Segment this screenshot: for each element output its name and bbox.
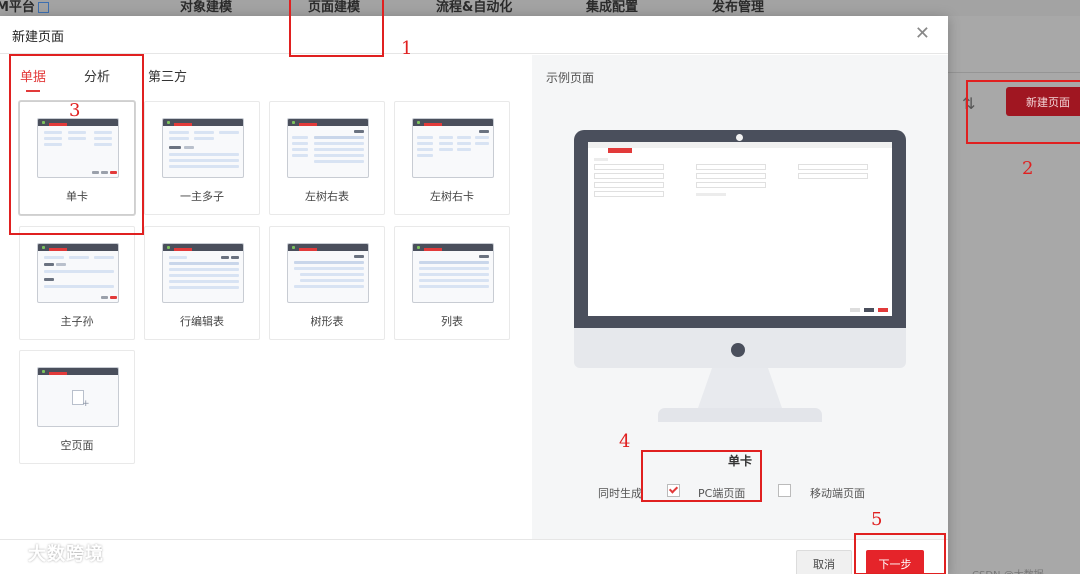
pc-page-label[interactable]: PC端页面	[698, 485, 745, 501]
pc-page-checkbox[interactable]	[667, 484, 680, 497]
template-card-tree-table[interactable]: 树形表	[269, 226, 385, 340]
logo-box-icon	[37, 2, 49, 13]
template-card-blank-page[interactable]: + 空页面	[19, 350, 135, 464]
preview-title: 示例页面	[546, 71, 595, 85]
background-logo: M平台	[0, 0, 49, 15]
template-card-left-tree-right-table[interactable]: 左树右表	[269, 101, 385, 215]
mobile-page-checkbox[interactable]	[778, 484, 791, 497]
template-thumbnail	[287, 243, 369, 303]
camera-icon	[736, 134, 743, 141]
nav-item-publish-management[interactable]: 发布管理	[712, 0, 764, 15]
background-logo-text: M平台	[0, 0, 35, 15]
template-label: 树形表	[310, 315, 344, 328]
template-thumbnail	[37, 118, 119, 178]
close-icon[interactable]: ✕	[915, 23, 930, 44]
cancel-button[interactable]: 取消	[796, 550, 852, 574]
template-card-list[interactable]: 列表	[394, 226, 510, 340]
tab-documents[interactable]: 单据	[20, 66, 46, 85]
template-card-row-edit-table[interactable]: 行编辑表	[144, 226, 260, 340]
new-page-button[interactable]: 新建页面	[1006, 87, 1080, 116]
preview-screen	[588, 142, 892, 316]
template-card-master-child-grandchild[interactable]: 主子孙	[19, 226, 135, 340]
template-thumbnail	[162, 243, 244, 303]
new-page-dialog: 新建页面 ✕ 单据 分析 第三方 单卡 一主多子 左树右表 左树右卡 主子孙 行…	[0, 16, 948, 574]
dialog-header: 新建页面 ✕	[0, 16, 948, 54]
template-thumbnail: +	[37, 367, 119, 427]
watermark-text: 大数跨境	[28, 544, 104, 565]
background-top-nav: M平台 对象建模 页面建模 流程&自动化 集成配置 发布管理	[0, 0, 1080, 16]
template-label: 行编辑表	[180, 315, 224, 328]
generate-label: 同时生成	[598, 487, 642, 500]
template-label: 空页面	[60, 439, 94, 452]
nav-item-page-modeling[interactable]: 页面建模	[308, 0, 360, 15]
template-card-one-master-multi-child[interactable]: 一主多子	[144, 101, 260, 215]
annotation-number-3: 3	[69, 100, 81, 121]
monitor-preview-image	[574, 130, 906, 422]
annotation-number-2: 2	[1022, 158, 1034, 179]
sort-arrows-icon[interactable]: ⇅	[962, 94, 975, 113]
watermark-logo: 大数跨境	[8, 540, 104, 566]
template-thumbnail	[412, 118, 494, 178]
power-button-icon	[731, 343, 745, 357]
annotation-number-5: 5	[871, 509, 883, 530]
active-tab-indicator	[26, 90, 40, 92]
nav-item-process-automation[interactable]: 流程&自动化	[436, 0, 512, 15]
template-label: 一主多子	[180, 190, 224, 203]
plus-icon: +	[82, 399, 90, 409]
background-content: ⇅ 新建页面	[948, 16, 1080, 574]
tab-analysis[interactable]: 分析	[84, 66, 110, 85]
preview-panel: 示例页面 单卡 同时生成 PC端页面 移动端页面	[532, 55, 948, 539]
template-label: 左树右卡	[430, 190, 474, 203]
template-label: 单卡	[66, 190, 88, 203]
tab-third-party[interactable]: 第三方	[148, 66, 187, 85]
dialog-title: 新建页面	[12, 30, 65, 45]
dialog-footer: 取消 下一步	[0, 539, 948, 574]
watermark-icon	[8, 546, 24, 562]
template-thumbnail	[37, 243, 119, 303]
preview-template-name: 单卡	[727, 454, 752, 468]
template-card-left-tree-right-card[interactable]: 左树右卡	[394, 101, 510, 215]
background-watermark: CSDN @大数据	[972, 566, 1044, 574]
mobile-page-label[interactable]: 移动端页面	[810, 485, 865, 501]
nav-item-integration-config[interactable]: 集成配置	[586, 0, 638, 15]
template-thumbnail	[412, 243, 494, 303]
template-label: 左树右表	[305, 190, 349, 203]
check-icon	[668, 484, 679, 494]
annotation-number-1: 1	[401, 38, 413, 59]
template-label: 列表	[441, 315, 463, 328]
template-thumbnail	[287, 118, 369, 178]
template-category-tabs: 单据 分析 第三方	[0, 66, 530, 96]
template-thumbnail	[162, 118, 244, 178]
annotation-number-4: 4	[619, 431, 631, 452]
template-label: 主子孙	[60, 315, 94, 328]
nav-item-object-modeling[interactable]: 对象建模	[180, 0, 232, 15]
background-divider	[948, 72, 1080, 73]
next-step-button[interactable]: 下一步	[866, 550, 924, 574]
